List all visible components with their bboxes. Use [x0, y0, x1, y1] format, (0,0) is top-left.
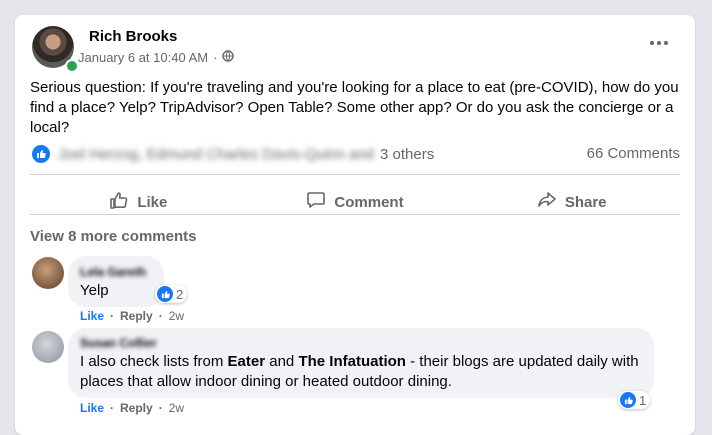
comment-text: I also check lists from Eater and The In…	[80, 352, 646, 392]
like-icon	[109, 190, 129, 214]
comment-time[interactable]: 2w	[169, 401, 184, 415]
comment-text-part: I also check lists from	[80, 353, 228, 370]
post-text: Serious question: If you're traveling an…	[30, 79, 679, 136]
separator: ·	[110, 309, 115, 323]
separator: ·	[158, 401, 163, 415]
likers-names[interactable]: Joel Herzog, Edmund Charles Davis-Quinn …	[58, 146, 374, 163]
like-button[interactable]: Like	[30, 181, 247, 223]
share-label: Share	[564, 193, 607, 211]
author-name[interactable]: Rich Brooks	[89, 28, 177, 45]
comment-reply-link[interactable]: Reply	[120, 309, 153, 323]
eater-mention: Eater	[227, 353, 266, 370]
post-card: Rich Brooks January 6 at 10:40 AM · Seri…	[15, 15, 695, 435]
comment-label: Comment	[334, 193, 404, 211]
share-button[interactable]: Share	[463, 181, 680, 223]
comment-like-link[interactable]: Like	[80, 309, 104, 323]
reaction-count: 2	[176, 286, 184, 302]
comment-actions: Like · Reply · 2w	[80, 401, 184, 415]
post-date[interactable]: January 6 at 10:40 AM	[78, 50, 208, 65]
like-reaction-icon	[620, 392, 636, 408]
comments-count[interactable]: 66 Comments	[587, 145, 680, 162]
view-more-comments-link[interactable]: View 8 more comments	[30, 228, 196, 245]
infatuation-mention: The Infatuation	[298, 353, 406, 370]
separator: ·	[158, 309, 163, 323]
like-reaction-icon	[157, 286, 173, 302]
post-actions: Like Comment Share	[30, 181, 680, 223]
comment-bubble: Lela Gareth Yelp	[68, 256, 164, 307]
more-options-icon[interactable]	[647, 35, 671, 51]
meta-separator: ·	[213, 50, 218, 65]
comment-avatar[interactable]	[32, 331, 64, 363]
like-reaction-icon[interactable]	[32, 145, 50, 163]
reactions-row: Joel Herzog, Edmund Charles Davis-Quinn …	[32, 143, 680, 165]
comment-reply-link[interactable]: Reply	[120, 401, 153, 415]
comment-reactions[interactable]: 1	[618, 391, 651, 409]
separator: ·	[110, 401, 115, 415]
globe-icon	[222, 50, 235, 65]
commenter-name[interactable]: Susan Collier	[80, 336, 157, 350]
share-icon	[537, 190, 557, 214]
comment-text: Yelp	[80, 282, 109, 299]
post-meta: January 6 at 10:40 AM ·	[78, 50, 235, 65]
comment-text-part: and	[265, 353, 299, 370]
online-status-dot	[65, 59, 79, 73]
comment-icon	[306, 190, 326, 214]
comment-actions: Like · Reply · 2w	[80, 309, 184, 323]
comment-like-link[interactable]: Like	[80, 401, 104, 415]
divider-bottom	[30, 214, 680, 215]
comment-bubble: Susan Collier I also check lists from Ea…	[68, 328, 654, 398]
reaction-count: 1	[639, 392, 647, 408]
comment-avatar[interactable]	[32, 257, 64, 289]
divider-top	[30, 174, 680, 175]
comment-time[interactable]: 2w	[169, 309, 184, 323]
comment-button[interactable]: Comment	[247, 181, 464, 223]
comment-reactions[interactable]: 2	[155, 285, 188, 303]
like-label: Like	[137, 193, 168, 211]
others-count[interactable]: 3 others	[380, 146, 434, 163]
commenter-name[interactable]: Lela Gareth	[80, 265, 146, 279]
